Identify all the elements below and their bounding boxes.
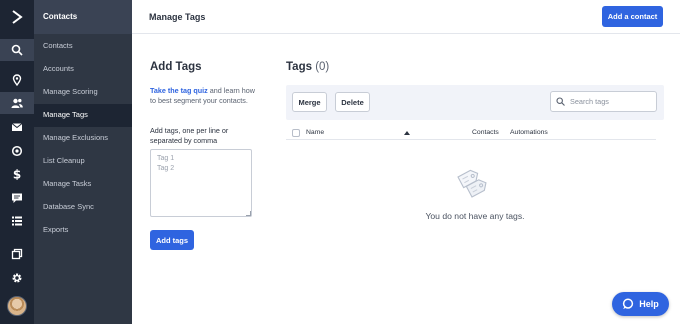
help-button-label: Help (639, 299, 659, 309)
column-header-contacts[interactable]: Contacts (472, 129, 499, 136)
help-button[interactable]: Help (612, 292, 669, 316)
icon-rail: $ (0, 0, 34, 324)
subnav-header: Contacts (34, 0, 132, 34)
search-tags-box (550, 91, 657, 112)
tags-table-header: Name Contacts Automations (286, 126, 656, 140)
contacts-subnav: Contacts Contacts Accounts Manage Scorin… (34, 0, 132, 324)
user-avatar[interactable] (7, 296, 27, 316)
resize-grip-icon[interactable] (246, 211, 251, 216)
tags-title: Tags (0) (286, 61, 329, 73)
subnav-item-list-cleanup[interactable]: List Cleanup (34, 150, 132, 173)
logo-chevron-icon[interactable] (0, 0, 34, 34)
conversations-icon[interactable] (0, 187, 34, 209)
subnav-item-accounts[interactable]: Accounts (34, 58, 132, 81)
add-contact-button[interactable]: Add a contact (602, 6, 663, 27)
chat-bubble-icon (623, 298, 634, 309)
top-bar: Manage Tags Add a contact (132, 0, 680, 34)
page-title: Manage Tags (149, 12, 206, 22)
search-icon (556, 97, 565, 106)
subnav-item-exports[interactable]: Exports (34, 219, 132, 242)
add-tags-input-label: Add tags, one per line or separated by c… (150, 126, 229, 145)
select-all-checkbox[interactable] (292, 129, 300, 137)
search-icon[interactable] (0, 39, 34, 61)
contacts-icon[interactable] (0, 92, 34, 114)
subnav-item-manage-tasks[interactable]: Manage Tasks (34, 173, 132, 196)
empty-tags-message: You do not have any tags. (425, 211, 525, 221)
svg-text:$: $ (13, 168, 21, 180)
empty-tags-icon (457, 169, 487, 198)
column-header-name[interactable]: Name (306, 129, 324, 136)
tag-quiz-link[interactable]: Take the tag quiz (150, 86, 208, 95)
delete-button[interactable]: Delete (335, 92, 370, 112)
sort-ascending-icon[interactable] (404, 131, 410, 135)
add-tags-description: Take the tag quiz and learn how to best … (150, 86, 258, 106)
column-header-automations[interactable]: Automations (510, 129, 548, 136)
settings-gear-icon[interactable] (0, 267, 34, 289)
add-tags-title: Add Tags (150, 61, 202, 73)
tags-title-text: Tags (286, 61, 312, 73)
lists-icon[interactable] (0, 210, 34, 232)
add-tags-button[interactable]: Add tags (150, 230, 194, 250)
subnav-item-manage-exclusions[interactable]: Manage Exclusions (34, 127, 132, 150)
deals-dollar-icon[interactable]: $ (0, 163, 34, 185)
merge-button[interactable]: Merge (292, 92, 327, 112)
automations-icon[interactable] (0, 140, 34, 162)
search-tags-input[interactable] (570, 97, 656, 106)
tags-count: (0) (315, 61, 330, 73)
location-pin-icon[interactable] (0, 69, 34, 91)
subnav-item-manage-tags[interactable]: Manage Tags (34, 104, 132, 127)
email-icon[interactable] (0, 116, 34, 138)
subnav-item-database-sync[interactable]: Database Sync (34, 196, 132, 219)
tags-toolbar: Merge Delete (286, 85, 664, 120)
pages-icon[interactable] (0, 243, 34, 265)
subnav-item-contacts[interactable]: Contacts (34, 35, 132, 58)
add-tags-textarea[interactable] (150, 149, 252, 217)
subnav-item-manage-scoring[interactable]: Manage Scoring (34, 81, 132, 104)
